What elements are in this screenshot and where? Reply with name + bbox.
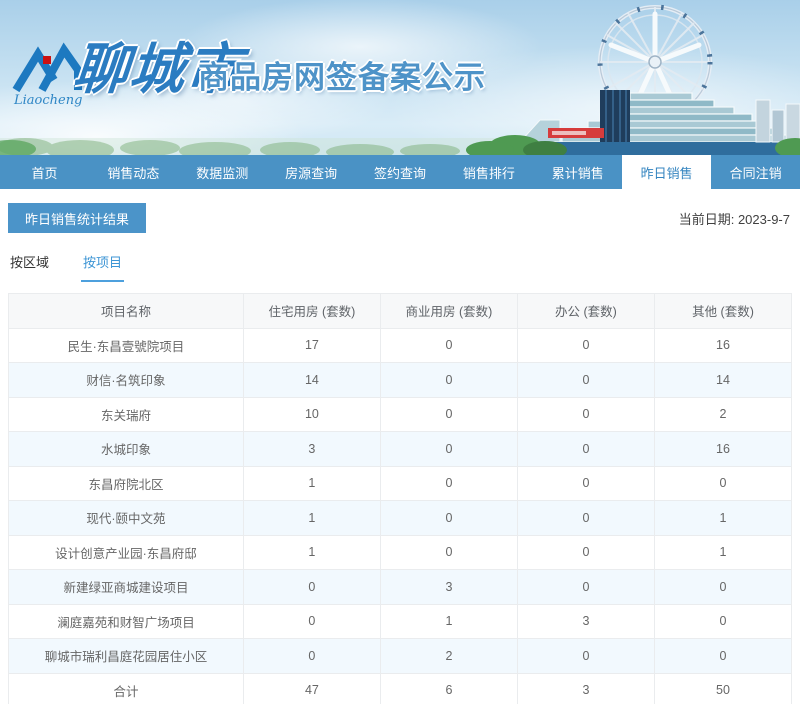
tab-by-project[interactable]: 按项目 bbox=[81, 248, 125, 282]
project-name-cell: 澜庭嘉苑和财智广场项目 bbox=[8, 603, 244, 639]
count-cell: 10 bbox=[242, 396, 381, 432]
nav-item-6[interactable]: 累计销售 bbox=[533, 155, 622, 189]
count-cell: 0 bbox=[379, 500, 518, 536]
nav-item-2[interactable]: 数据监测 bbox=[178, 155, 267, 189]
count-cell: 14 bbox=[242, 362, 381, 398]
table-row: 东昌府院北区 1 0 0 0 bbox=[8, 465, 793, 501]
table-row: 现代·颐中文苑 1 0 0 1 bbox=[8, 500, 793, 536]
table-row: 民生·东昌壹號院项目 17 0 0 16 bbox=[8, 327, 793, 363]
count-cell: 0 bbox=[379, 396, 518, 432]
section-title-badge: 昨日销售统计结果 bbox=[8, 203, 146, 233]
project-name-cell: 水城印象 bbox=[8, 431, 244, 467]
table-row: 设计创意产业园·东昌府邸 1 0 0 1 bbox=[8, 534, 793, 570]
nav-item-5[interactable]: 销售排行 bbox=[444, 155, 533, 189]
header-banner: Liaocheng 聊城市 商品房网签备案公示 bbox=[0, 0, 800, 155]
count-cell: 0 bbox=[379, 465, 518, 501]
column-header: 商业用房 (套数) bbox=[379, 293, 518, 329]
count-cell: 2 bbox=[653, 396, 793, 432]
nav-item-4[interactable]: 签约查询 bbox=[356, 155, 445, 189]
count-cell: 1 bbox=[242, 500, 381, 536]
table-row: 新建绿亚商城建设项目 0 3 0 0 bbox=[8, 569, 793, 605]
nav-item-7[interactable]: 昨日销售 bbox=[622, 155, 712, 189]
count-cell: 0 bbox=[516, 534, 655, 570]
site-title: 商品房网签备案公示 bbox=[198, 60, 486, 95]
count-cell: 3 bbox=[242, 431, 381, 467]
count-cell: 2 bbox=[379, 638, 518, 674]
project-name-cell: 聊城市瑞利昌庭花园居住小区 bbox=[8, 638, 244, 674]
main-nav: 首页 销售动态 数据监测 房源查询 签约查询 销售排行 累计销售 昨日销售 合同注销 bbox=[0, 155, 800, 189]
count-cell: 0 bbox=[653, 603, 793, 639]
count-cell: 3 bbox=[379, 569, 518, 605]
column-header: 项目名称 bbox=[8, 293, 244, 329]
count-cell: 0 bbox=[516, 362, 655, 398]
count-cell: 1 bbox=[242, 534, 381, 570]
current-date: 当前日期: 2023-9-7 bbox=[679, 209, 792, 228]
count-cell: 0 bbox=[516, 569, 655, 605]
count-cell: 0 bbox=[653, 638, 793, 674]
column-header: 其他 (套数) bbox=[653, 293, 793, 329]
project-name-cell: 合计 bbox=[8, 672, 244, 704]
count-cell: 6 bbox=[379, 672, 518, 704]
current-date-value: 2023-9-7 bbox=[737, 211, 790, 227]
count-cell: 0 bbox=[516, 500, 655, 536]
tab-by-region[interactable]: 按区域 bbox=[8, 248, 51, 282]
nav-item-3[interactable]: 房源查询 bbox=[267, 155, 356, 189]
table-row: 东关瑞府 10 0 0 2 bbox=[8, 396, 793, 432]
count-cell: 16 bbox=[653, 431, 793, 467]
count-cell: 0 bbox=[653, 465, 793, 501]
project-name-cell: 现代·颐中文苑 bbox=[8, 500, 244, 536]
table-row: 聊城市瑞利昌庭花园居住小区 0 2 0 0 bbox=[8, 638, 793, 674]
project-name-cell: 新建绿亚商城建设项目 bbox=[8, 569, 244, 605]
count-cell: 0 bbox=[516, 431, 655, 467]
count-cell: 0 bbox=[516, 638, 655, 674]
count-cell: 50 bbox=[653, 672, 793, 704]
main-content: 昨日销售统计结果 当前日期: 2023-9-7 按区域 按项目 项目名称 住宅用房… bbox=[0, 189, 800, 704]
table-row: 水城印象 3 0 0 16 bbox=[8, 431, 793, 467]
project-name-cell: 东关瑞府 bbox=[8, 396, 244, 432]
count-cell: 3 bbox=[516, 603, 655, 639]
count-cell: 0 bbox=[516, 396, 655, 432]
count-cell: 0 bbox=[242, 603, 381, 639]
count-cell: 47 bbox=[242, 672, 381, 704]
total-row: 合计 47 6 3 50 bbox=[8, 672, 793, 704]
project-name-cell: 财信·名筑印象 bbox=[8, 362, 244, 398]
count-cell: 1 bbox=[379, 603, 518, 639]
sales-table: 项目名称 住宅用房 (套数) 商业用房 (套数) 办公 (套数) 其他 (套数) 民生·… bbox=[8, 293, 793, 704]
table-body: 民生·东昌壹號院项目 17 0 0 16 财信·名筑印象 14 0 0 14 东关瑞府 10 0 0 2 水城… bbox=[8, 327, 793, 704]
table-row: 澜庭嘉苑和财智广场项目 0 1 3 0 bbox=[8, 603, 793, 639]
project-name-cell: 民生·东昌壹號院项目 bbox=[8, 327, 244, 363]
count-cell: 0 bbox=[516, 465, 655, 501]
count-cell: 17 bbox=[242, 327, 381, 363]
nav-item-8[interactable]: 合同注销 bbox=[711, 155, 800, 189]
count-cell: 16 bbox=[653, 327, 793, 363]
count-cell: 0 bbox=[242, 569, 381, 605]
table-header-row: 项目名称 住宅用房 (套数) 商业用房 (套数) 办公 (套数) 其他 (套数) bbox=[8, 293, 793, 329]
count-cell: 3 bbox=[516, 672, 655, 704]
count-cell: 0 bbox=[516, 327, 655, 363]
project-name-cell: 设计创意产业园·东昌府邸 bbox=[8, 534, 244, 570]
count-cell: 0 bbox=[242, 638, 381, 674]
view-tabs: 按区域 按项目 bbox=[8, 248, 792, 283]
nav-item-0[interactable]: 首页 bbox=[0, 155, 89, 189]
column-header: 办公 (套数) bbox=[516, 293, 655, 329]
count-cell: 14 bbox=[653, 362, 793, 398]
project-name-cell: 东昌府院北区 bbox=[8, 465, 244, 501]
count-cell: 1 bbox=[653, 534, 793, 570]
count-cell: 1 bbox=[242, 465, 381, 501]
table-row: 财信·名筑印象 14 0 0 14 bbox=[8, 362, 793, 398]
current-date-label: 当前日期: bbox=[678, 211, 735, 227]
count-cell: 0 bbox=[379, 362, 518, 398]
column-header: 住宅用房 (套数) bbox=[242, 293, 381, 329]
count-cell: 0 bbox=[379, 327, 518, 363]
count-cell: 0 bbox=[379, 431, 518, 467]
count-cell: 1 bbox=[653, 500, 793, 536]
count-cell: 0 bbox=[379, 534, 518, 570]
count-cell: 0 bbox=[653, 569, 793, 605]
nav-item-1[interactable]: 销售动态 bbox=[89, 155, 178, 189]
